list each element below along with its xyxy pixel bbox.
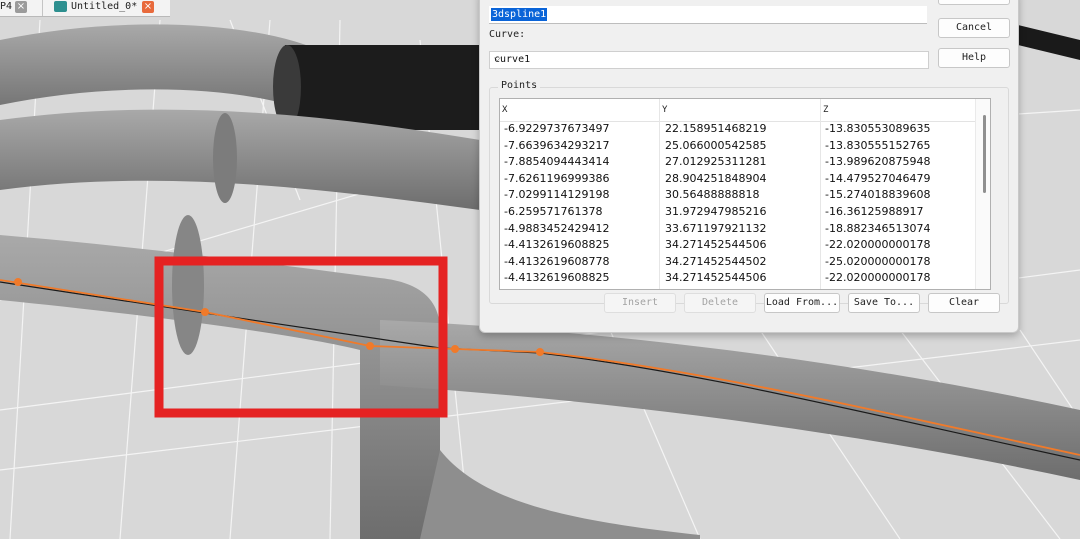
table-cell[interactable]: 25.066000542585 — [665, 139, 766, 152]
table-row[interactable]: -4.4132619608825 34.271452544506 -22.02000… — [500, 270, 984, 287]
table-cell[interactable]: -7.6639634293217 — [504, 139, 609, 152]
table-row[interactable]: -7.8854094443414 27.012925311281 -13.98962… — [500, 154, 984, 171]
column-header-z: Z — [823, 105, 829, 115]
table-header: X Y Z — [500, 99, 984, 122]
spline-point — [366, 342, 374, 350]
table-cell[interactable]: -7.8854094443414 — [504, 155, 609, 168]
table-row[interactable]: -4.4132619608778 34.271452544502 -25.02000… — [500, 254, 984, 271]
curve-label: Curve: — [489, 29, 526, 40]
column-header-y: Y — [662, 105, 668, 115]
tab-label: Untitled_0* — [71, 1, 138, 12]
table-row[interactable]: -7.6639634293217 25.066000542585 -13.83055… — [500, 138, 984, 155]
table-cell[interactable]: 33.671197921132 — [665, 222, 766, 235]
table-cell[interactable]: -6.259571761378 — [504, 205, 602, 218]
spline-point — [14, 278, 22, 286]
tube-black — [285, 45, 480, 130]
table-cell[interactable]: 31.972947985216 — [665, 205, 766, 218]
table-cell[interactable]: -4.4132619608825 — [504, 271, 609, 284]
table-cell[interactable]: -4.4132619608778 — [504, 255, 609, 268]
points-group: Points X Y Z -6.9229737673497 22.15895146… — [489, 80, 1009, 304]
spline-point — [201, 308, 209, 316]
table-cell[interactable]: 27.012925311281 — [665, 155, 766, 168]
curve-select[interactable]: curve1 ⌵ — [489, 51, 929, 69]
table-cell[interactable]: 30.56488888818 — [665, 188, 759, 201]
table-row[interactable]: -4.4132619608825 34.271452544506 -22.02000… — [500, 237, 984, 254]
column-header-x: X — [502, 105, 508, 115]
grid-icon — [54, 1, 67, 12]
table-cell[interactable]: -4.9883452429412 — [504, 222, 609, 235]
table-cell[interactable]: -15.274018839608 — [825, 188, 930, 201]
save-to-button[interactable]: Save To... — [848, 293, 920, 313]
name-value: 3dspline1 — [491, 8, 548, 21]
table-cell[interactable]: -18.882346513074 — [825, 222, 930, 235]
table-cell[interactable]: -14.479527046479 — [825, 172, 930, 185]
table-cell[interactable]: 34.271452544506 — [665, 238, 766, 251]
table-cell[interactable]: 22.158951468219 — [665, 122, 766, 135]
document-tabs: P4 × Untitled_0* × — [0, 0, 170, 17]
table-row[interactable]: -7.6261196999386 28.904251848904 -14.47952… — [500, 171, 984, 188]
scrollbar-thumb[interactable] — [983, 115, 986, 193]
points-title: Points — [498, 80, 541, 91]
close-icon[interactable]: × — [142, 1, 154, 13]
table-cell[interactable]: 28.904251848904 — [665, 172, 766, 185]
tab-label: P4 — [0, 1, 13, 12]
tab-untitled[interactable]: Untitled_0* × — [54, 0, 164, 15]
table-cell[interactable]: -13.830553089635 — [825, 122, 930, 135]
table-cell[interactable]: -4.4132619608825 — [504, 238, 609, 251]
table-cell[interactable]: -6.9229737673497 — [504, 122, 609, 135]
delete-button[interactable]: Delete — [684, 293, 756, 313]
close-icon[interactable]: × — [15, 1, 27, 13]
help-button[interactable]: Help — [938, 48, 1010, 68]
tab-divider — [42, 0, 43, 16]
points-table[interactable]: X Y Z -6.9229737673497 22.158951468219 -13… — [499, 98, 991, 290]
table-row[interactable]: -6.9229737673497 22.158951468219 -13.83055… — [500, 121, 984, 138]
ok-button[interactable]: OK — [938, 0, 1010, 5]
cancel-button[interactable]: Cancel — [938, 18, 1010, 38]
table-cell[interactable]: -7.0299114129198 — [504, 188, 609, 201]
table-cell[interactable]: -13.989620875948 — [825, 155, 930, 168]
table-cell[interactable]: 34.271452544502 — [665, 255, 766, 268]
table-cell[interactable]: -25.020000000178 — [825, 255, 930, 268]
table-cell[interactable]: -16.36125988917 — [825, 205, 923, 218]
table-cell[interactable]: -13.830555152765 — [825, 139, 930, 152]
spline-dialog: 3dspline1 OK Cancel Curve: curve1 ⌵ Help… — [479, 0, 1019, 333]
spline-point — [536, 348, 544, 356]
chevron-down-icon: ⌵ — [494, 54, 501, 64]
table-row[interactable]: -6.259571761378 31.972947985216 -16.361259… — [500, 204, 984, 221]
table-cell[interactable]: -22.020000000178 — [825, 238, 930, 251]
table-row[interactable]: -7.0299114129198 30.56488888818 -15.274018… — [500, 187, 984, 204]
insert-button[interactable]: Insert — [604, 293, 676, 313]
load-from-button[interactable]: Load From... — [764, 293, 840, 313]
table-row[interactable]: -4.9883452429412 33.671197921132 -18.88234… — [500, 221, 984, 238]
table-cell[interactable]: 34.271452544506 — [665, 271, 766, 284]
table-cell[interactable]: -22.020000000178 — [825, 271, 930, 284]
name-input[interactable]: 3dspline1 — [489, 6, 927, 24]
spline-point — [451, 345, 459, 353]
clear-button[interactable]: Clear — [928, 293, 1000, 313]
table-scrollbar[interactable] — [975, 99, 990, 289]
table-cell[interactable]: -7.6261196999386 — [504, 172, 609, 185]
